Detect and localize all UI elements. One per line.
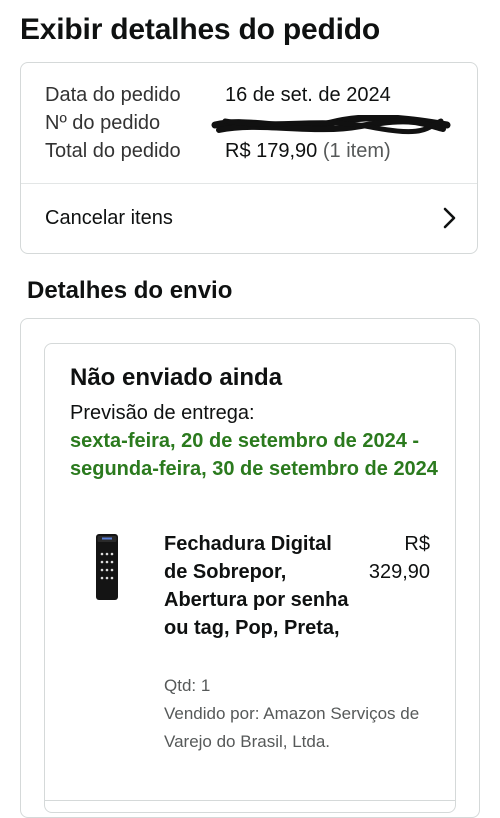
order-total-row: Total do pedido R$ 179,90 (1 item) — [45, 137, 391, 165]
delivery-estimate-dates: sexta-feira, 20 de setembro de 2024 - se… — [70, 430, 438, 480]
order-date-label: Data do pedido — [45, 84, 181, 106]
chevron-right-icon — [443, 207, 456, 229]
order-summary-card: Data do pedido 16 de set. de 2024 Nº do p… — [20, 62, 478, 254]
order-number-row: Nº do pedido — [45, 109, 225, 137]
product-name-link[interactable]: Fechadura Digital de Sobrepor, Abertura … — [164, 530, 354, 642]
product-image[interactable] — [88, 532, 126, 602]
cancel-items-label: Cancelar itens — [45, 207, 173, 229]
page-title: Exibir detalhes do pedido — [20, 13, 381, 46]
order-total-label: Total do pedido — [45, 140, 181, 162]
order-number-label: Nº do pedido — [45, 112, 161, 134]
cancel-items-button[interactable]: Cancelar itens — [21, 184, 477, 254]
order-total-value: R$ 179,90 (1 item) — [225, 137, 391, 165]
section-divider — [44, 800, 456, 801]
product-quantity: Qtd: 1 — [164, 676, 211, 695]
order-date-value: 16 de set. de 2024 — [225, 84, 391, 106]
product-seller: Vendido por: Amazon Serviços de Varejo d… — [164, 704, 420, 751]
order-total-items: (1 item) — [322, 140, 391, 162]
shipment-status: Não enviado ainda — [70, 364, 283, 391]
product-price: R$ 329,90 — [368, 533, 430, 583]
order-total-amount: R$ 179,90 — [225, 140, 318, 162]
order-date-row: Data do pedido 16 de set. de 2024 — [45, 81, 391, 109]
delivery-estimate-label: Previsão de entrega: — [70, 402, 255, 424]
shipping-section-title: Detalhes do envio — [27, 277, 233, 304]
order-number-redaction — [211, 115, 451, 135]
